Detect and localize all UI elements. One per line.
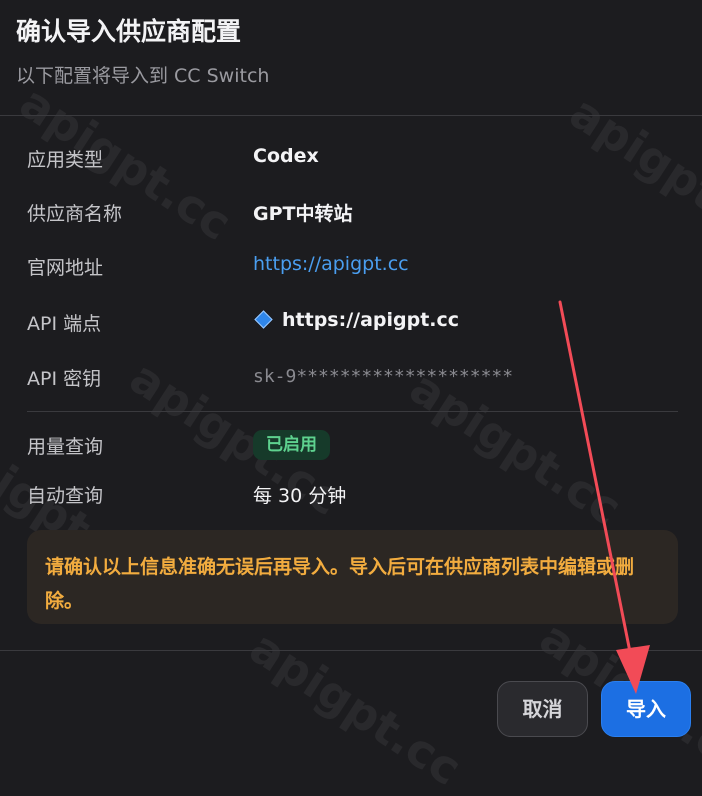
field-label: 自动查询 (27, 485, 104, 507)
cancel-button[interactable]: 取消 (497, 681, 588, 737)
import-button[interactable]: 导入 (601, 681, 691, 737)
dialog-subtitle: 以下配置将导入到 CC Switch (16, 65, 270, 87)
field-label: 官网地址 (27, 257, 104, 279)
notice-text: 请确认以上信息准确无误后再导入。导入后可在供应商列表中编辑或删除。 (45, 556, 635, 612)
field-auto-query: 自动查询 每 30 分钟 (27, 473, 677, 513)
field-usage-query: 用量查询 已启用 (27, 424, 677, 464)
footer-divider (0, 650, 702, 651)
field-label: API 端点 (27, 313, 102, 335)
status-badge: 已启用 (253, 430, 330, 460)
field-provider-name: 供应商名称 GPT中转站 (27, 191, 677, 231)
dialog-header: 确认导入供应商配置 以下配置将导入到 CC Switch (0, 0, 702, 116)
field-api-key: API 密钥 sk-9******************** (27, 356, 677, 396)
field-value-wrap: https://apigpt.cc (253, 309, 459, 331)
field-value: Codex (253, 145, 319, 167)
diamond-icon (254, 310, 273, 329)
field-app-type: 应用类型 Codex (27, 137, 677, 177)
field-value: 每 30 分钟 (253, 485, 347, 507)
field-value: GPT中转站 (253, 203, 353, 225)
website-link[interactable]: https://apigpt.cc (253, 253, 409, 275)
field-website: 官网地址 https://apigpt.cc (27, 245, 677, 285)
field-api-endpoint: API 端点 https://apigpt.cc (27, 301, 677, 341)
field-label: 供应商名称 (27, 203, 123, 225)
field-value: https://apigpt.cc (282, 309, 460, 331)
dialog-title: 确认导入供应商配置 (16, 17, 242, 46)
field-label: 应用类型 (27, 149, 104, 171)
field-value: sk-9******************** (253, 366, 514, 387)
section-divider (27, 411, 678, 412)
watermark-text: apigpt.cc (240, 620, 471, 796)
field-label: 用量查询 (27, 436, 104, 458)
field-label: API 密钥 (27, 368, 102, 390)
warning-notice: 请确认以上信息准确无误后再导入。导入后可在供应商列表中编辑或删除。 (27, 530, 678, 624)
